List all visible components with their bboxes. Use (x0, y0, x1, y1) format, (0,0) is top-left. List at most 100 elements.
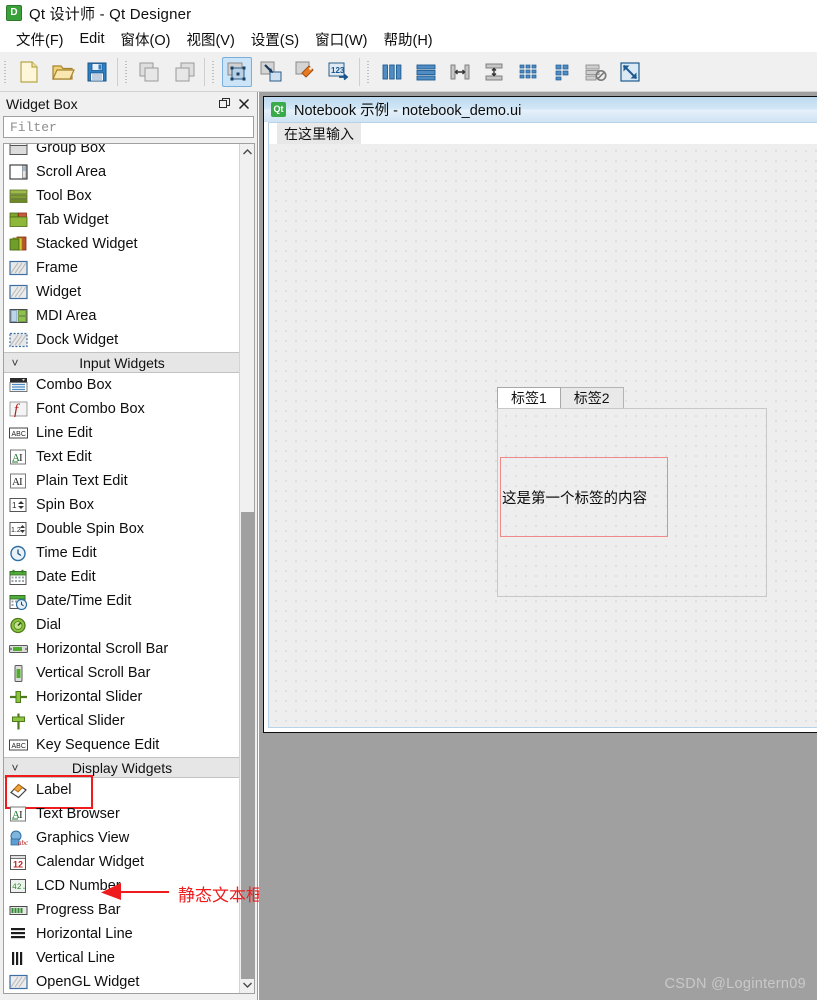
layout-form-button[interactable] (513, 57, 543, 87)
window-title: Qt 设计师 - Qt Designer (29, 5, 192, 23)
form-canvas[interactable]: 标签1 标签2 这是第一个标签的内容 (269, 144, 817, 727)
widget-item-label: Horizontal Slider (36, 689, 143, 705)
toolbar-grip-mode[interactable] (210, 58, 217, 85)
widget-item-horizontal-line[interactable]: Horizontal Line (4, 922, 240, 946)
widget-item-label: Tool Box (36, 188, 92, 204)
menu-file[interactable]: 文件(F) (8, 27, 72, 52)
widget-item-vertical-line[interactable]: Vertical Line (4, 946, 240, 970)
edit-tab-order-icon: 123 (327, 60, 351, 84)
edit-buddies-button[interactable] (290, 57, 320, 87)
adjust-size-button[interactable] (615, 57, 645, 87)
edit-signals-slots-button[interactable] (256, 57, 286, 87)
widget-item-lcd-number[interactable]: 42. LCD Number (4, 874, 240, 898)
widget-item-mdi-area[interactable]: MDI Area (4, 304, 240, 328)
svg-text:123: 123 (331, 66, 345, 75)
widget-item-label: Dock Widget (36, 332, 119, 348)
scrollbar-thumb[interactable] (241, 512, 254, 979)
tab-1[interactable]: 标签1 (497, 387, 561, 408)
widget-item-key-sequence-edit[interactable]: ABC Key Sequence Edit (4, 733, 240, 757)
widget-item-tool-box[interactable]: Tool Box (4, 184, 240, 208)
widget-item-text-edit[interactable]: A I Text Edit (4, 445, 240, 469)
menu-window[interactable]: 窗口(W) (307, 27, 375, 52)
widget-item-font-combo-box[interactable]: f Font Combo Box (4, 397, 240, 421)
tab-widget[interactable]: 标签1 标签2 这是第一个标签的内容 (497, 387, 767, 597)
layout-grid-button[interactable] (547, 57, 577, 87)
close-icon[interactable] (234, 95, 254, 113)
widget-item-graphics-view[interactable]: abc Graphics View (4, 826, 240, 850)
widget-item-label: Key Sequence Edit (36, 737, 160, 753)
undo-button[interactable] (135, 57, 165, 87)
new-file-button[interactable] (14, 57, 44, 87)
form-title-bar[interactable]: Qt Notebook 示例 - notebook_demo.ui (264, 97, 817, 122)
widget-item-label: Frame (36, 260, 78, 276)
widget-item-frame[interactable]: Frame (4, 256, 240, 280)
selected-label-widget[interactable]: 这是第一个标签的内容 (500, 457, 668, 537)
widget-item-dock-widget[interactable]: Dock Widget (4, 328, 240, 352)
scroll-area-icon (7, 163, 29, 181)
tab-2[interactable]: 标签2 (559, 387, 624, 408)
scrollbar-up-arrow[interactable] (240, 144, 254, 160)
toolbar-grip-file[interactable] (2, 58, 9, 85)
layout-horizontally-button[interactable] (377, 57, 407, 87)
plain-text-edit-icon: A I (7, 472, 29, 490)
widget-item-double-spin-box[interactable]: 1.2 Double Spin Box (4, 517, 240, 541)
svg-text:ABC: ABC (11, 743, 25, 750)
widget-box-scrollbar[interactable] (239, 144, 254, 993)
widget-item-combo-box[interactable]: Combo Box (4, 373, 240, 397)
edit-widgets-button[interactable] (222, 56, 252, 87)
break-layout-button[interactable] (581, 57, 611, 87)
toolbar-grip-layout[interactable] (365, 58, 372, 85)
layout-vertically-button[interactable] (411, 57, 441, 87)
menu-edit[interactable]: Edit (72, 29, 113, 49)
widget-item-label: Date/Time Edit (36, 593, 132, 609)
menu-view[interactable]: 视图(V) (178, 27, 242, 52)
scrollbar-down-arrow[interactable] (240, 977, 254, 993)
svg-text:12: 12 (13, 859, 23, 869)
widget-item-progress-bar[interactable]: Progress Bar (4, 898, 240, 922)
widget-item-vertical-slider[interactable]: Vertical Slider (4, 709, 240, 733)
widget-item-tab-widget[interactable]: Tab Widget (4, 208, 240, 232)
edit-tab-order-button[interactable]: 123 (324, 57, 354, 87)
widget-item-scroll-area[interactable]: Scroll Area (4, 160, 240, 184)
vertical-scroll-bar-icon (7, 664, 29, 682)
widget-item-label: Dial (36, 617, 61, 633)
form-menubar-placeholder[interactable]: 在这里输入 (277, 123, 361, 146)
layout-splitter-vertical-button[interactable] (479, 57, 509, 87)
redo-icon (172, 61, 196, 83)
widget-item-opengl-widget[interactable]: OpenGL Widget (4, 970, 240, 993)
open-file-button[interactable] (48, 57, 78, 87)
widget-item-date-edit[interactable]: Date Edit (4, 565, 240, 589)
widget-item-group-box[interactable]: Group Box (4, 144, 240, 160)
widget-item-calendar-widget[interactable]: 12 Calendar Widget (4, 850, 240, 874)
widget-item-horizontal-scroll-bar[interactable]: Horizontal Scroll Bar (4, 637, 240, 661)
category-input-widgets[interactable]: ˅ Input Widgets (4, 352, 240, 373)
tab-pane-1[interactable]: 这是第一个标签的内容 (497, 408, 767, 597)
widget-item-dial[interactable]: Dial (4, 613, 240, 637)
toolbar-grip-edit[interactable] (123, 58, 130, 85)
category-display-widgets[interactable]: ˅ Display Widgets (4, 757, 240, 778)
widget-item-stacked-widget[interactable]: Stacked Widget (4, 232, 240, 256)
widget-item-line-edit[interactable]: ABC Line Edit (4, 421, 240, 445)
menu-help[interactable]: 帮助(H) (375, 27, 440, 52)
widget-item-horizontal-slider[interactable]: Horizontal Slider (4, 685, 240, 709)
filter-input[interactable] (8, 118, 249, 136)
menu-form[interactable]: 窗体(O) (113, 27, 179, 52)
widget-item-widget[interactable]: Widget (4, 280, 240, 304)
menu-settings[interactable]: 设置(S) (243, 27, 307, 52)
widget-item-plain-text-edit[interactable]: A I Plain Text Edit (4, 469, 240, 493)
qt-designer-window: D Qt 设计师 - Qt Designer 文件(F) Edit 窗体(O) … (0, 0, 817, 1000)
text-browser-icon: A I (7, 805, 29, 823)
float-icon[interactable] (214, 95, 234, 113)
layout-splitter-horizontal-button[interactable] (445, 57, 475, 87)
form-menu-bar[interactable]: 在这里输入 (269, 123, 817, 146)
redo-button[interactable] (169, 57, 199, 87)
widget-item-date-time-edit[interactable]: Date/Time Edit (4, 589, 240, 613)
widget-item-vertical-scroll-bar[interactable]: Vertical Scroll Bar (4, 661, 240, 685)
widget-item-time-edit[interactable]: Time Edit (4, 541, 240, 565)
widget-item-spin-box[interactable]: 1 Spin Box (4, 493, 240, 517)
save-button[interactable] (82, 57, 112, 87)
undo-icon (138, 61, 162, 83)
widget-item-text-browser[interactable]: A I Text Browser (4, 802, 240, 826)
filter-field-wrapper[interactable] (3, 116, 254, 138)
widget-item-label[interactable]: Label (4, 775, 240, 809)
